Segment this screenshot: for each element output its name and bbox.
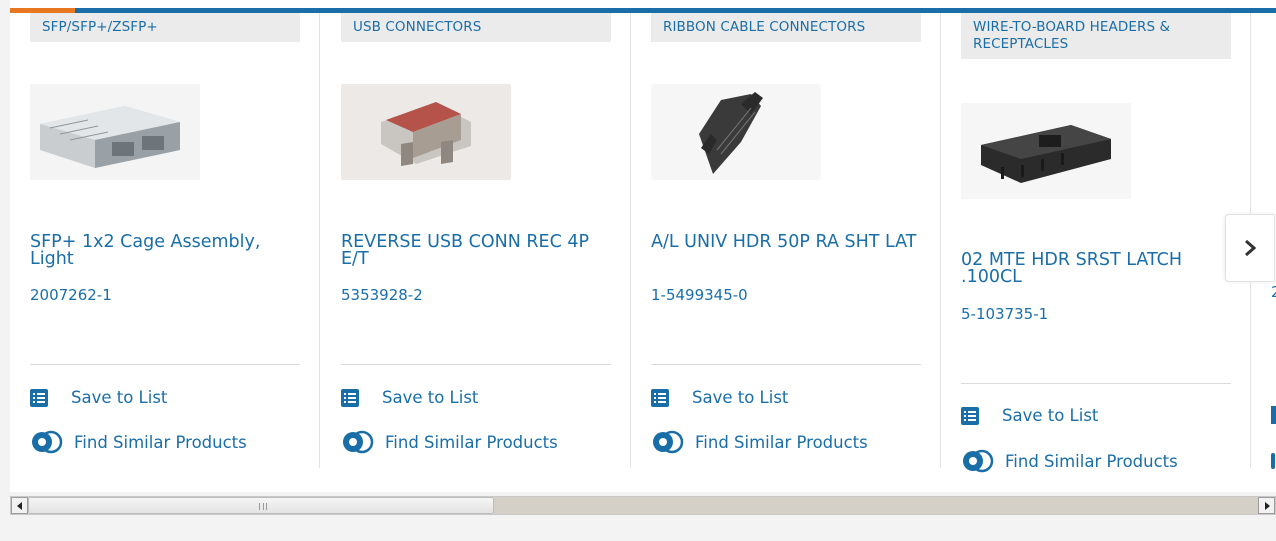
chevron-right-icon: [1245, 239, 1257, 257]
save-to-list-button[interactable]: Save to List: [961, 406, 1098, 425]
part-number[interactable]: 5-103735-1: [961, 305, 1048, 323]
product-title[interactable]: A/L UNIV HDR 50P RA SHT LAT: [651, 233, 921, 251]
card-divider: [30, 364, 300, 365]
find-similar-button[interactable]: Find Similar Products: [651, 430, 868, 454]
save-to-list-button[interactable]: Save to List: [30, 388, 167, 407]
product-image[interactable]: [961, 103, 1131, 199]
similar-products-icon: [963, 449, 994, 473]
card-divider: [651, 364, 921, 365]
category-label[interactable]: RIBBON CABLE CONNECTORS: [651, 13, 921, 42]
product-title[interactable]: 02 MTE HDR SRST LATCH .100CL: [961, 251, 1231, 286]
part-number[interactable]: 2007262-1: [30, 286, 112, 304]
product-title[interactable]: REVERSE USB CONN REC 4P E/T: [341, 233, 611, 268]
scroll-right-button[interactable]: [1258, 497, 1275, 514]
arrow-left-icon: [16, 501, 22, 510]
part-number[interactable]: 2: [1271, 283, 1276, 301]
checklist-icon: [30, 388, 48, 407]
card-divider: [341, 364, 611, 365]
category-label[interactable]: SFP/SFP+/ZSFP+: [30, 13, 300, 42]
save-to-list-label: Save to List: [71, 388, 168, 407]
similar-products-icon: [32, 430, 63, 454]
similar-products-icon: [653, 430, 684, 454]
find-similar-button[interactable]: Find Similar Products: [961, 449, 1178, 473]
part-number[interactable]: 5353928-2: [341, 286, 423, 304]
product-image[interactable]: [651, 84, 821, 180]
part-number[interactable]: 1-5499345-0: [651, 286, 748, 304]
scrollbar-track[interactable]: [494, 497, 1258, 514]
product-carousel: SFP/SFP+/ZSFP+ SFP+ 1x2 Cage Assembly, L…: [10, 0, 1276, 492]
checklist-icon: [341, 388, 359, 407]
checklist-icon: [651, 388, 669, 407]
similar-products-icon: [343, 430, 374, 454]
scrollbar-thumb[interactable]: [28, 497, 494, 514]
save-to-list-label: Save to List: [1002, 406, 1099, 425]
category-label[interactable]: WIRE-TO-BOARD HEADERS & RECEPTACLES: [961, 13, 1231, 59]
save-to-list-label: Save to List: [692, 388, 789, 407]
save-to-list-button[interactable]: Save to List: [651, 388, 788, 407]
find-similar-label: Find Similar Products: [385, 432, 558, 452]
find-similar-button[interactable]: Find Similar Products: [341, 430, 558, 454]
category-label[interactable]: USB CONNECTORS: [341, 13, 611, 42]
carousel-next-button[interactable]: [1225, 214, 1275, 282]
similar-products-icon: [1271, 453, 1275, 469]
product-image[interactable]: [30, 84, 200, 180]
checklist-icon: [1271, 406, 1276, 424]
arrow-right-icon: [1264, 501, 1270, 510]
horizontal-scrollbar[interactable]: [10, 496, 1276, 515]
find-similar-button[interactable]: Find Similar Products: [30, 430, 247, 454]
find-similar-label: Find Similar Products: [1005, 451, 1178, 471]
find-similar-label: Find Similar Products: [74, 432, 247, 452]
save-to-list-label: Save to List: [382, 388, 479, 407]
save-to-list-button[interactable]: Save to List: [341, 388, 478, 407]
product-image[interactable]: [341, 84, 511, 180]
grip-icon: [259, 503, 267, 510]
product-title[interactable]: SFP+ 1x2 Cage Assembly, Light: [30, 233, 300, 268]
scroll-left-button[interactable]: [11, 497, 28, 514]
find-similar-label: Find Similar Products: [695, 432, 868, 452]
card-divider: [961, 383, 1231, 384]
checklist-icon: [961, 406, 979, 425]
